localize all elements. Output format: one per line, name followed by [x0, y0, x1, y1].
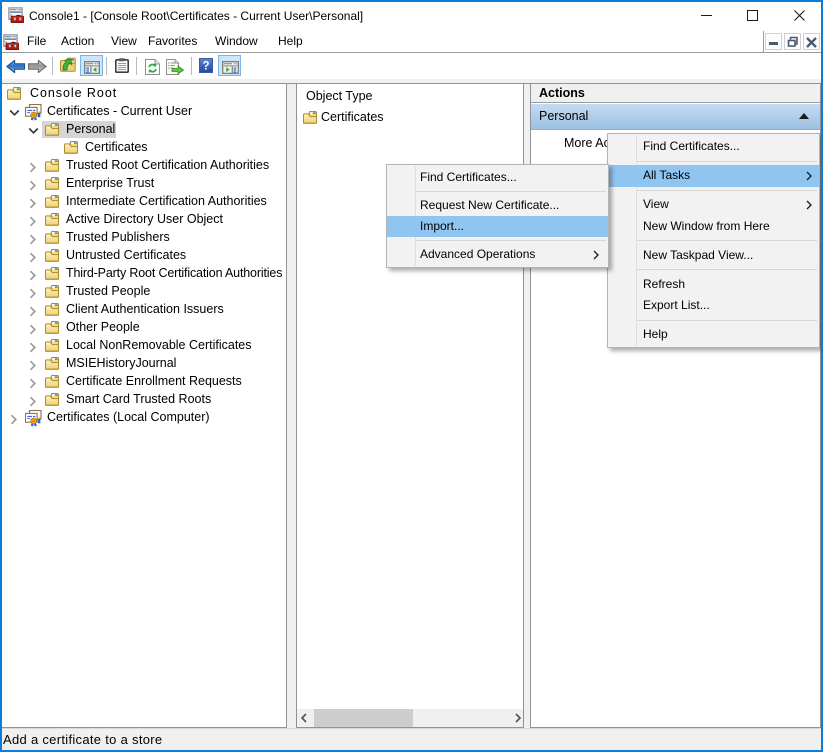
- svg-text:?: ?: [202, 61, 209, 73]
